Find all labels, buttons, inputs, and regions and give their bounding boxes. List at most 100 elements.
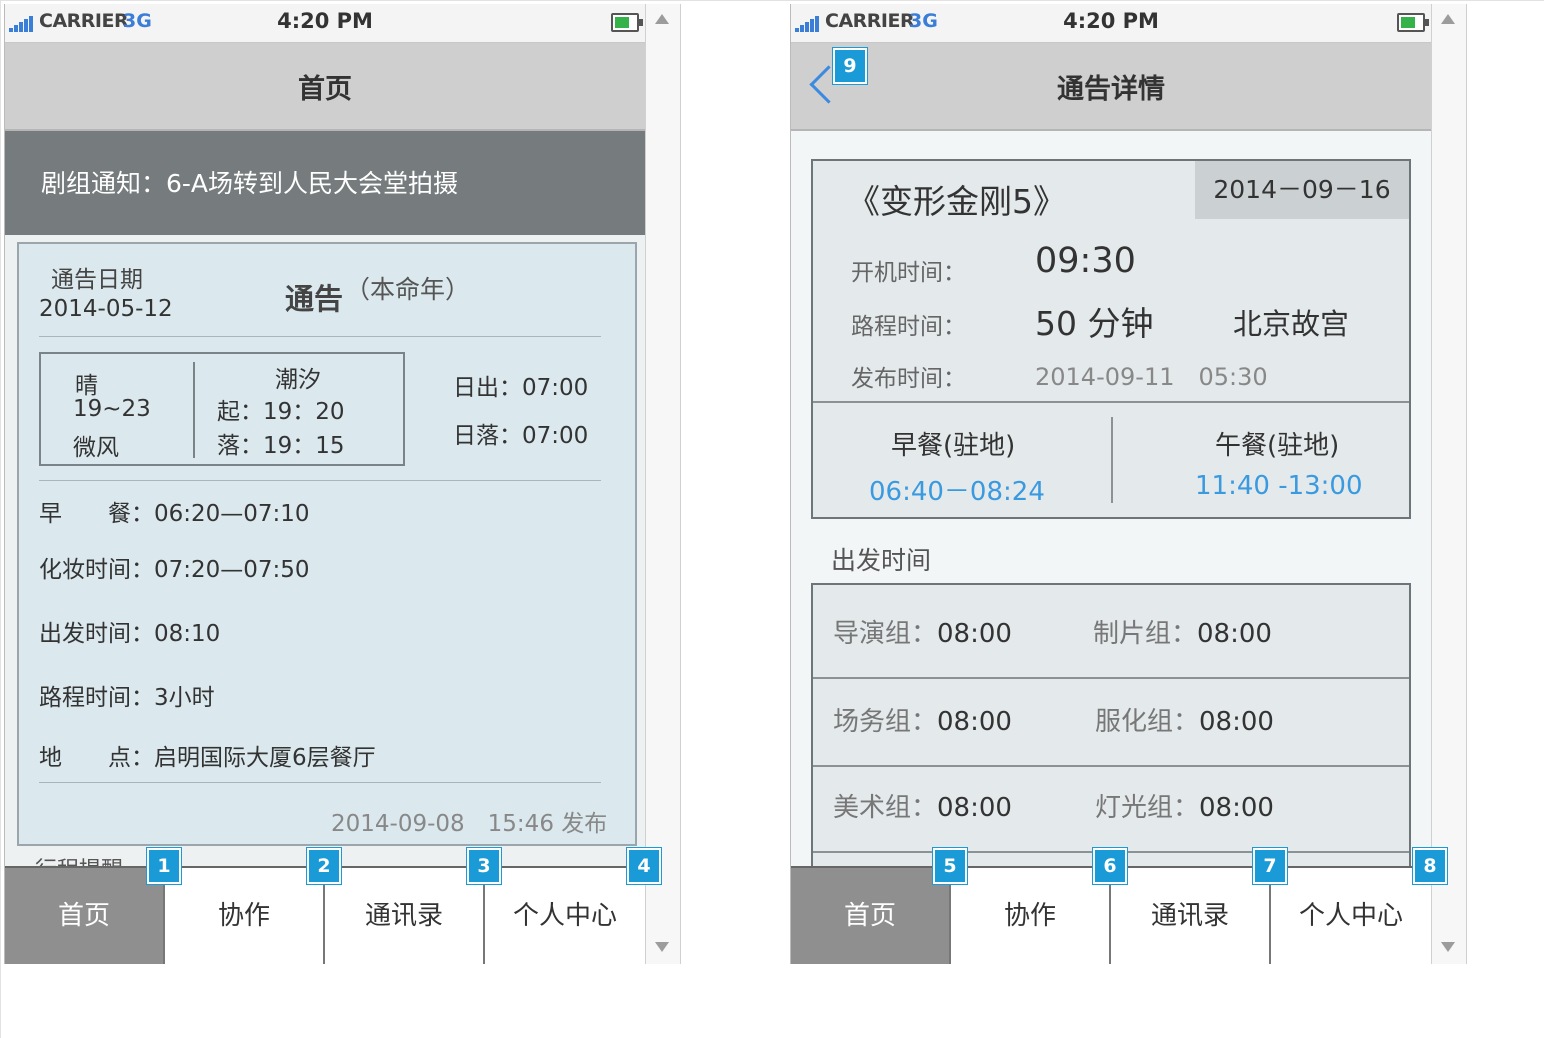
page-left-edge <box>0 0 1 1038</box>
scroll-up-arrow-icon[interactable] <box>1441 14 1455 24</box>
battery-icon <box>1397 13 1429 32</box>
row-value: 07:20—07:50 <box>154 557 310 583</box>
row-value: 06:20—07:10 <box>154 501 310 527</box>
group-label: 场务组： <box>833 707 938 737</box>
breakfast-row: 早 餐：06:20—07:10 <box>39 494 310 528</box>
row-value: 3小时 <box>154 685 215 711</box>
tab-profile[interactable]: 个人中心 <box>485 868 645 964</box>
group-label: 制片组： <box>1093 619 1198 649</box>
status-bar: CARRIER 3G 4:20 PM <box>5 4 645 43</box>
start-time-label: 开机时间： <box>851 260 966 286</box>
tab-collaborate[interactable]: 协作 <box>951 868 1111 964</box>
lunch-time: 11:40 -13:00 <box>1195 471 1363 501</box>
scroll-down-arrow-icon[interactable] <box>1441 942 1455 952</box>
detail-content: 2014－09－16 《变形金刚5》 开机时间： 09:30 路程时间： 50 … <box>791 131 1431 887</box>
tab-home[interactable]: 首页 <box>791 868 951 964</box>
page-top-edge <box>0 0 1544 1</box>
battery-icon <box>611 13 643 32</box>
tide-fall: 落：19：15 <box>217 433 345 459</box>
status-time: 4:20 PM <box>1063 9 1159 33</box>
annotation-badge: 4 <box>627 848 661 884</box>
group-row: 灯光组：08:00 <box>1095 787 1274 824</box>
status-bar: CARRIER 3G 4:20 PM <box>791 4 1431 43</box>
breakfast-label: 早餐(驻地) <box>891 431 1016 461</box>
shoot-location: 北京故宫 <box>1233 307 1350 341</box>
summary-divider <box>813 401 1409 403</box>
tab-collaborate[interactable]: 协作 <box>165 868 325 964</box>
phone-home-screen: CARRIER 3G 4:20 PM 首页 剧组通知：6-A场转到人民大会堂拍摄… <box>4 4 646 964</box>
start-time-value: 09:30 <box>1035 241 1136 281</box>
group-time: 08:00 <box>937 707 1012 737</box>
route-time-label: 路程时间： <box>851 314 966 340</box>
publish-time-label: 发布时间： <box>851 366 966 392</box>
nav-bar: 首页 <box>5 43 645 131</box>
sunset-time: 日落：07:00 <box>453 423 589 449</box>
annotation-badge: 5 <box>933 848 967 884</box>
scrollbar-home[interactable] <box>645 4 681 964</box>
tab-contacts[interactable]: 通讯录 <box>325 868 485 964</box>
annotation-badge: 1 <box>147 848 181 884</box>
weather-divider <box>193 362 195 458</box>
group-time: 08:00 <box>937 793 1012 823</box>
group-label: 灯光组： <box>1095 793 1200 823</box>
scroll-up-arrow-icon[interactable] <box>655 14 669 24</box>
depart-time-heading: 出发时间 <box>831 546 932 575</box>
group-time: 08:00 <box>937 619 1012 649</box>
meal-divider <box>1111 417 1113 503</box>
department-depart-times: 导演组：08:00 制片组：08:00 场务组：08:00 服化组：08:00 … <box>811 583 1411 887</box>
publish-time-value: 2014-09-11 05:30 <box>1035 363 1268 391</box>
row-label: 早 餐： <box>39 501 154 527</box>
makeup-time-row: 化妆时间：07:20—07:50 <box>39 550 310 584</box>
group-divider <box>813 677 1409 679</box>
group-label: 美术组： <box>833 793 938 823</box>
notice-date-label: 通告日期 <box>51 267 143 293</box>
phone-detail-screen: CARRIER 3G 4:20 PM 通告详情 2014－09－16 《变形金刚… <box>790 4 1432 964</box>
weather-wind: 微风 <box>73 435 119 461</box>
tab-contacts[interactable]: 通讯录 <box>1111 868 1271 964</box>
status-time: 4:20 PM <box>277 9 373 33</box>
weather-temp: 19~23 <box>73 396 151 422</box>
call-sheet-summary: 2014－09－16 《变形金刚5》 开机时间： 09:30 路程时间： 50 … <box>811 159 1411 519</box>
annotation-badge: 9 <box>833 48 867 84</box>
group-time: 08:00 <box>1199 793 1274 823</box>
movie-title: 《变形金刚5》 <box>847 182 1066 221</box>
sunrise-time: 日出：07:00 <box>453 375 589 401</box>
lunch-label: 午餐(驻地) <box>1215 431 1340 461</box>
page-title: 首页 <box>298 74 352 105</box>
group-row: 制片组：08:00 <box>1093 613 1272 650</box>
tab-profile[interactable]: 个人中心 <box>1271 868 1431 964</box>
next-section-peek: 行程提醒 <box>35 852 123 866</box>
weather-box: 晴 19~23 微风 潮汐 起：19：20 落：19：15 <box>39 352 405 466</box>
group-row: 美术组：08:00 <box>833 787 1012 824</box>
travel-time-row: 路程时间：3小时 <box>39 678 215 712</box>
breakfast-time: 06:40－08:24 <box>869 477 1045 507</box>
row-value: 08:10 <box>154 621 221 647</box>
shoot-date-tag: 2014－09－16 <box>1195 161 1409 219</box>
card-divider <box>39 782 601 783</box>
notice-heading-sub: （本命年） <box>345 275 471 304</box>
row-label: 路程时间： <box>39 685 154 711</box>
tide-rise: 起：19：20 <box>217 399 345 425</box>
row-value: 启明国际大厦6层餐厅 <box>154 745 376 771</box>
scroll-down-arrow-icon[interactable] <box>655 942 669 952</box>
card-divider <box>39 480 601 481</box>
group-time: 08:00 <box>1197 619 1272 649</box>
row-label: 出发时间： <box>39 621 154 647</box>
page-title: 通告详情 <box>1057 74 1165 105</box>
tide-label: 潮汐 <box>275 367 321 393</box>
annotation-badge: 7 <box>1253 848 1287 884</box>
scrollbar-detail[interactable] <box>1431 4 1467 964</box>
notice-card[interactable]: 通告日期 2014-05-12 通告 （本命年） 晴 19~23 微风 潮汐 起… <box>17 242 637 846</box>
annotation-badge: 2 <box>307 848 341 884</box>
group-label: 导演组： <box>833 619 938 649</box>
group-row: 场务组：08:00 <box>833 701 1012 738</box>
tab-home[interactable]: 首页 <box>5 868 165 964</box>
crew-notice-banner[interactable]: 剧组通知：6-A场转到人民大会堂拍摄 <box>5 131 645 235</box>
crew-notice-text: 剧组通知：6-A场转到人民大会堂拍摄 <box>41 169 459 198</box>
annotation-badge: 6 <box>1093 848 1127 884</box>
group-row: 导演组：08:00 <box>833 613 1012 650</box>
route-time-value: 50 分钟 <box>1035 304 1154 343</box>
depart-time-row: 出发时间：08:10 <box>39 614 220 648</box>
publish-timestamp: 2014-09-08 15:46 发布 <box>331 811 608 837</box>
location-row: 地 点：启明国际大厦6层餐厅 <box>39 738 376 772</box>
